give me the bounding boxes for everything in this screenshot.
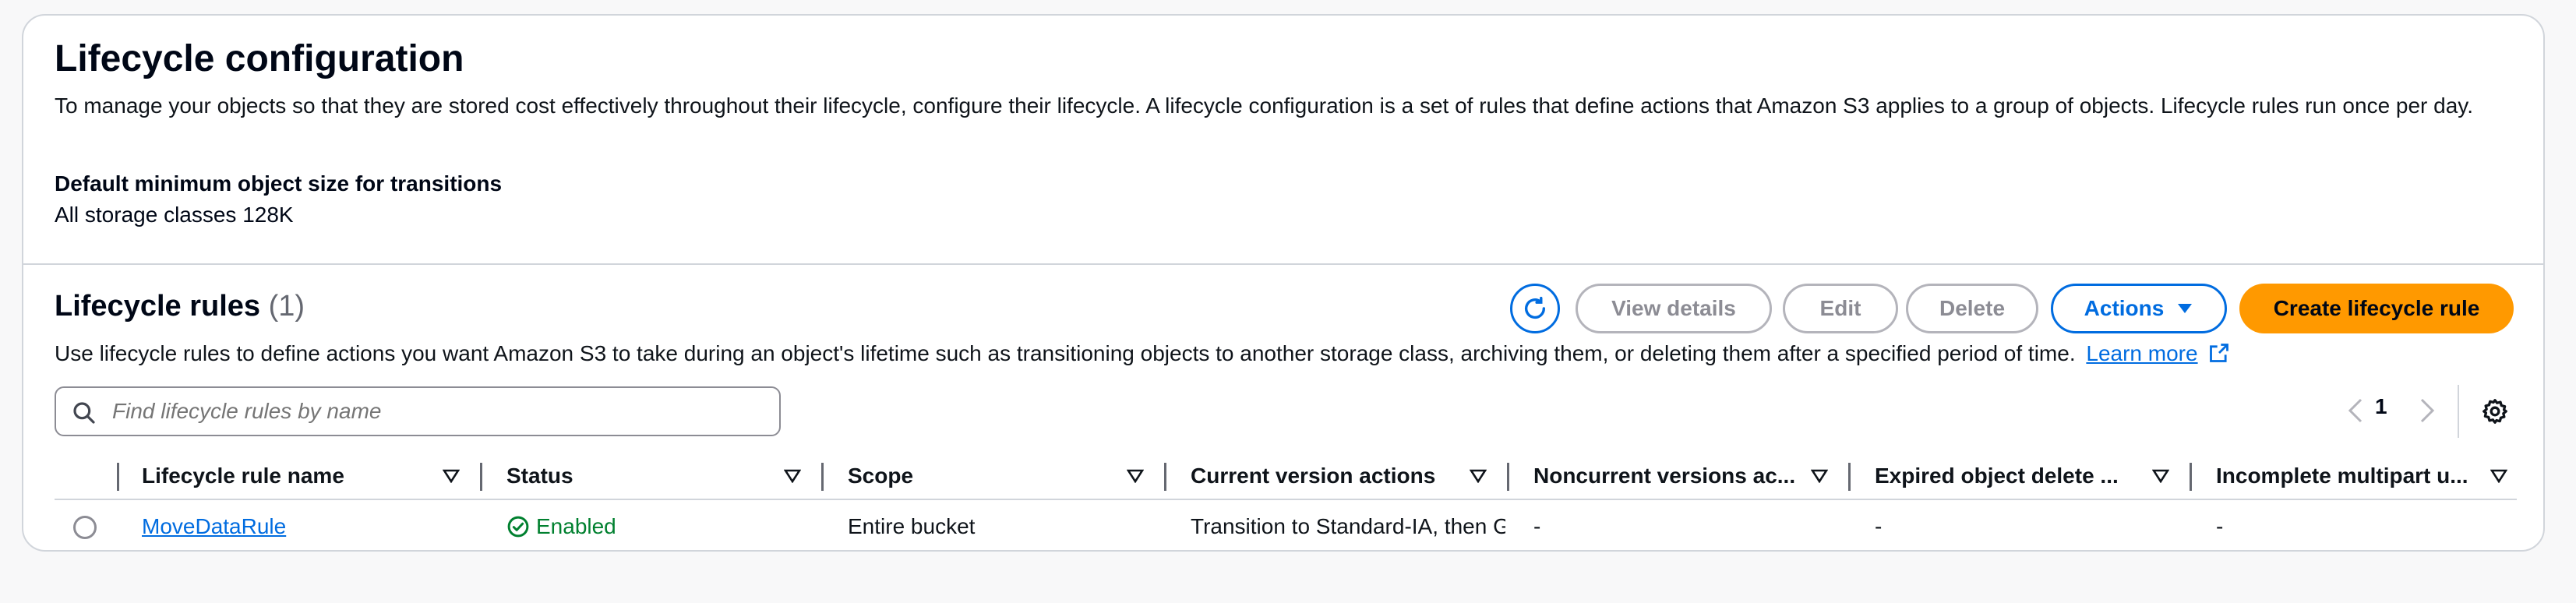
page-title: Lifecycle configuration [55,38,464,79]
expired-object-delete-cell: - [1875,514,1883,538]
column-divider [821,463,824,491]
column-header-status[interactable]: Status [506,452,771,500]
actions-label: Actions [2084,296,2165,320]
create-lifecycle-rule-button[interactable]: Create lifecycle rule [2239,284,2514,333]
sort-icon[interactable] [2152,469,2169,483]
status-badge: Enabled [506,514,616,539]
actions-dropdown[interactable]: Actions [2051,284,2227,333]
view-details-button[interactable]: View details [1576,284,1772,333]
status-text: Enabled [536,514,616,538]
table-header: Lifecycle rule name Status Scope Current… [55,452,2517,500]
status-cell: Enabled [506,500,803,550]
column-divider [1507,463,1509,491]
learn-more-link[interactable]: Learn more [2086,341,2197,365]
table-row[interactable]: MoveDataRule Enabled Entire bucket Trans… [55,500,2517,550]
gear-icon[interactable] [2481,397,2509,425]
page-number[interactable]: 1 [2375,394,2387,419]
row-select-radio[interactable] [73,516,97,539]
column-header-incomplete-multipart[interactable]: Incomplete multipart u... [2216,452,2481,500]
sort-icon[interactable] [784,469,801,483]
rules-description-line: Use lifecycle rules to define actions yo… [55,341,2230,366]
current-version-actions-cell: Transition to Standard-IA, then Glacier [1191,514,1505,538]
column-header-current-version-actions[interactable]: Current version actions [1191,452,1456,500]
next-page-icon[interactable] [2419,397,2436,424]
lifecycle-configuration-section: Lifecycle configuration To manage your o… [23,16,2543,265]
refresh-icon [1524,296,1546,319]
caret-down-icon [2178,304,2193,313]
refresh-button[interactable] [1510,284,1560,333]
sort-icon[interactable] [1811,469,1828,483]
min-size-label: Default minimum object size for transiti… [55,171,503,196]
rules-title: Lifecycle rules [55,290,261,323]
column-divider [1848,463,1851,491]
search-icon [73,402,95,424]
lifecycle-card: Lifecycle configuration To manage your o… [22,14,2545,552]
column-divider [2190,463,2192,491]
external-link-icon[interactable] [2208,342,2230,364]
column-divider [480,463,482,491]
noncurrent-versions-cell: - [1533,514,1541,538]
sort-icon[interactable] [1127,469,1144,483]
column-divider [117,463,119,491]
scope-cell: Entire bucket [848,514,976,538]
search-field[interactable] [55,386,781,436]
rule-name-cell: MoveDataRule [142,500,469,550]
column-divider [1164,463,1166,491]
edit-button[interactable]: Edit [1783,284,1898,333]
column-header-rule-name[interactable]: Lifecycle rule name [142,452,422,500]
column-header-scope[interactable]: Scope [848,452,1113,500]
sort-icon[interactable] [443,469,460,483]
previous-page-icon[interactable] [2347,397,2364,424]
check-circle-icon [507,516,529,538]
configuration-description: To manage your objects so that they are … [55,93,2474,118]
incomplete-multipart-cell: - [2216,514,2224,538]
search-input[interactable] [112,396,767,427]
sort-icon[interactable] [1470,469,1487,483]
rules-description: Use lifecycle rules to define actions yo… [55,341,2076,365]
sort-icon[interactable] [2490,469,2507,483]
min-size-value: All storage classes 128K [55,203,294,227]
column-header-expired-object-delete[interactable]: Expired object delete ... [1875,452,2140,500]
pager-divider [2458,385,2459,438]
rules-count: (1) [268,290,305,323]
delete-button[interactable]: Delete [1906,284,2038,333]
rules-heading: Lifecycle rules (1) [55,290,305,323]
column-header-noncurrent-versions[interactable]: Noncurrent versions ac... [1533,452,1798,500]
rule-name-link[interactable]: MoveDataRule [142,514,286,539]
